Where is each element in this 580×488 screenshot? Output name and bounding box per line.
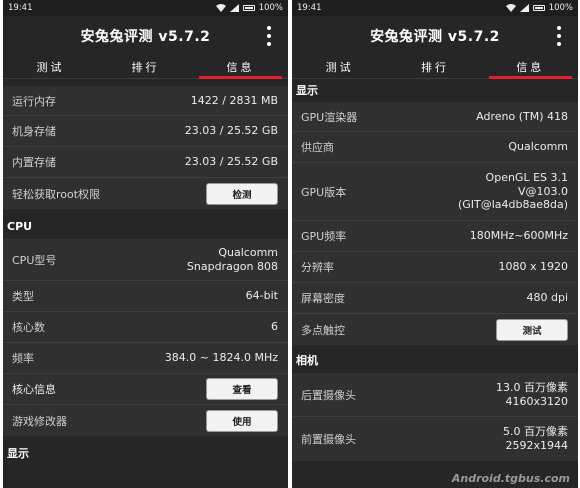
app-bar: 安兔兔评测 v5.7.2	[292, 16, 578, 56]
app-title: 安兔兔评测 v5.7.2	[370, 29, 500, 45]
tab-test[interactable]: 测试	[3, 56, 98, 78]
list-item: 多点触控 测试	[292, 314, 578, 345]
left-screen: 19:41 100% 安兔兔评测 v5.7.2 测试 排行 信息 运行内存 14…	[3, 0, 288, 488]
status-time: 19:41	[297, 3, 322, 13]
list-item: 屏幕密度 480 dpi	[292, 283, 578, 314]
list-item: 机身存储 23.03 / 25.52 GB	[3, 116, 288, 147]
tab-info[interactable]: 信息	[483, 56, 578, 79]
root-check-button[interactable]: 检测	[206, 182, 278, 205]
cpu-card: CPU型号 Qualcomm Snapdragon 808 类型 64-bit …	[3, 239, 288, 436]
right-screen: 19:41 100% 安兔兔评测 v5.7.2 测试 排行 信息 显示 GPU渲…	[292, 0, 578, 488]
app-title: 安兔兔评测 v5.7.2	[80, 29, 211, 45]
app-bar: 安兔兔评测 v5.7.2	[3, 16, 288, 56]
view-core-info-button[interactable]: 查看	[206, 378, 278, 400]
signal-icon	[229, 4, 239, 12]
overflow-menu-icon[interactable]	[554, 26, 564, 46]
list-item: GPU渲染器 Adreno (TM) 418	[292, 102, 578, 132]
watermark: Android.tgbus.com	[451, 472, 570, 485]
display-card: GPU渲染器 Adreno (TM) 418 供应商 Qualcomm GPU版…	[292, 102, 578, 345]
list-item: 游戏修改器 使用	[3, 405, 288, 436]
section-header-cpu: CPU	[7, 220, 33, 233]
status-bar: 19:41 100%	[3, 0, 288, 16]
list-item: 内置存储 23.03 / 25.52 GB	[3, 147, 288, 178]
overflow-menu-icon[interactable]	[264, 26, 274, 46]
camera-card: 后置摄像头 13.0 百万像素 4160x3120 前置摄像头 5.0 百万像素…	[292, 373, 578, 461]
list-item: 核心数 6	[3, 312, 288, 343]
game-modifier-button[interactable]: 使用	[206, 409, 278, 432]
status-bar: 19:41 100%	[292, 0, 578, 16]
multitouch-test-button[interactable]: 测试	[496, 318, 568, 341]
status-time: 19:41	[8, 3, 33, 13]
battery-percent: 100%	[548, 3, 573, 13]
list-item: 核心信息 查看	[3, 374, 288, 405]
list-item: 运行内存 1422 / 2831 MB	[3, 86, 288, 116]
tab-test[interactable]: 测试	[292, 56, 387, 78]
info-list: 运行内存 1422 / 2831 MB 机身存储 23.03 / 25.52 G…	[3, 79, 288, 465]
list-item: 供应商 Qualcomm	[292, 132, 578, 163]
section-header-camera: 相机	[296, 354, 318, 367]
signal-icon	[519, 4, 529, 12]
list-item: 后置摄像头 13.0 百万像素 4160x3120	[292, 373, 578, 417]
list-item: GPU频率 180MHz~600MHz	[292, 221, 578, 252]
tab-bar: 测试 排行 信息	[292, 56, 578, 79]
tab-bar: 测试 排行 信息	[3, 56, 288, 79]
section-header-display: 显示	[7, 447, 29, 460]
list-item: 类型 64-bit	[3, 281, 288, 312]
list-item: 轻松获取root权限 检测	[3, 178, 288, 209]
tab-ranking[interactable]: 排行	[98, 56, 193, 78]
wifi-icon	[505, 4, 516, 12]
wifi-icon	[215, 4, 226, 12]
list-item: 频率 384.0 ~ 1824.0 MHz	[3, 343, 288, 374]
list-item: 前置摄像头 5.0 百万像素 2592x1944	[301, 425, 568, 452]
info-list: 显示 GPU渲染器 Adreno (TM) 418 供应商 Qualcomm G…	[292, 79, 578, 461]
section-header-display: 显示	[296, 84, 318, 97]
memory-card: 运行内存 1422 / 2831 MB 机身存储 23.03 / 25.52 G…	[3, 86, 288, 209]
battery-percent: 100%	[258, 3, 283, 13]
battery-icon	[532, 5, 545, 11]
tab-info[interactable]: 信息	[193, 56, 288, 79]
battery-icon	[242, 5, 255, 11]
list-item: 分辨率 1080 x 1920	[292, 252, 578, 283]
tab-ranking[interactable]: 排行	[387, 56, 482, 78]
list-item: CPU型号 Qualcomm Snapdragon 808	[3, 239, 288, 281]
list-item: GPU版本 OpenGL ES 3.1 V@103.0 (GIT@la4db8a…	[292, 163, 578, 221]
